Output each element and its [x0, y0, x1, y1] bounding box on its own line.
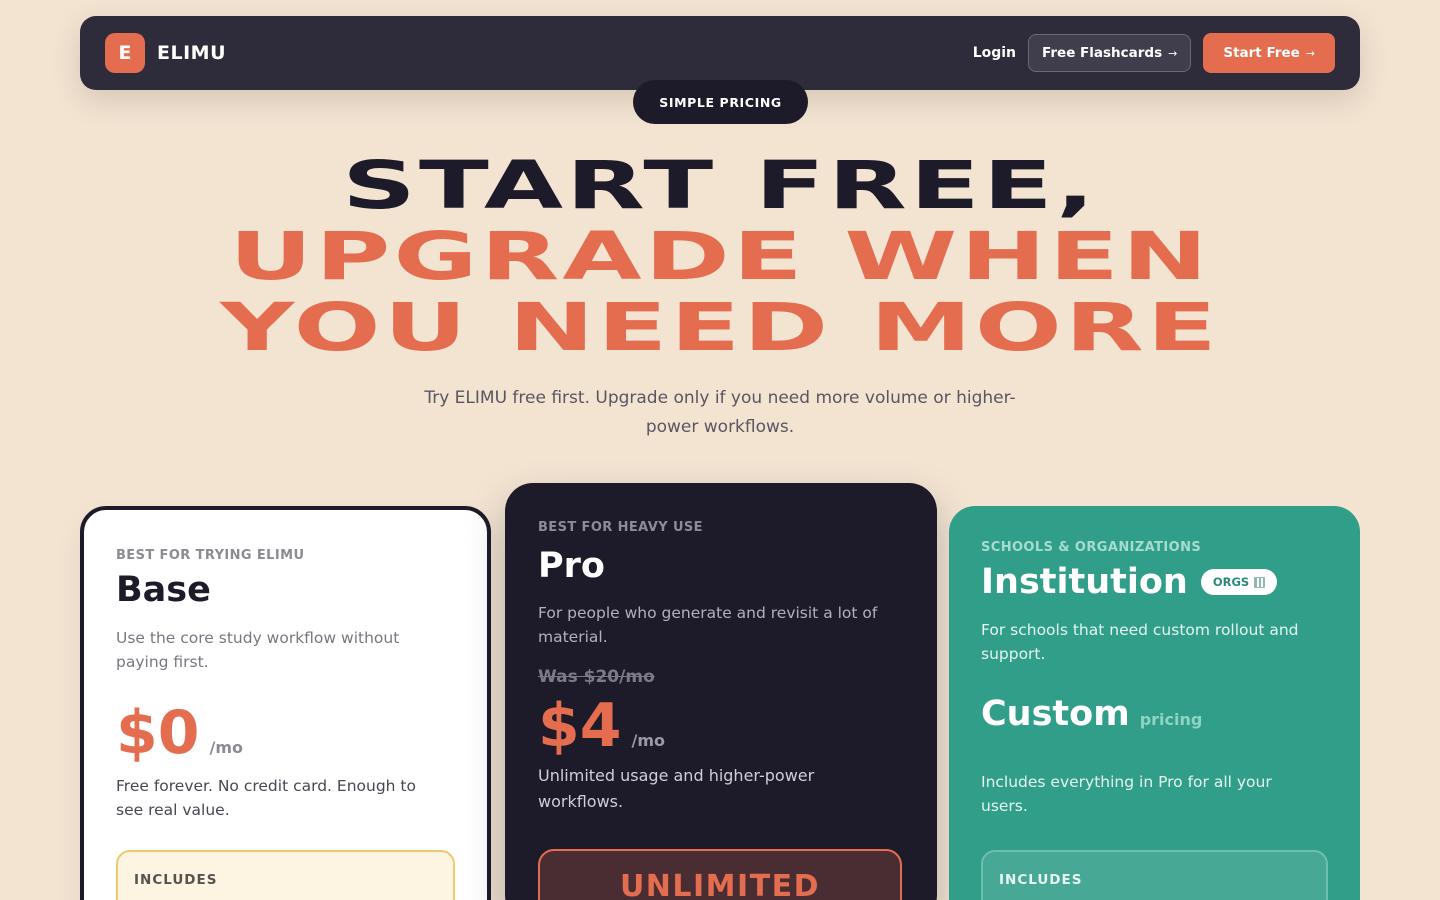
price-period: pricing: [1139, 710, 1203, 729]
plan-note: Unlimited usage and higher-power workflo…: [538, 766, 815, 811]
price-row: Custom pricing: [981, 694, 1202, 734]
plan-card-base: BEST FOR TRYING ELIMU Base Use the core …: [80, 506, 491, 900]
plan-card-pro: BEST FOR HEAVY USE Pro For people who ge…: [505, 483, 937, 900]
start-free-button[interactable]: Start Free →: [1203, 33, 1335, 73]
building-icon: [1254, 576, 1266, 588]
orgs-tag: ORGS: [1200, 569, 1278, 595]
nav-actions: Login Free Flashcards → Start Free →: [973, 33, 1335, 73]
plan-eyebrow: SCHOOLS & ORGANIZATIONS: [981, 540, 1202, 555]
plan-card-institution: SCHOOLS & ORGANIZATIONS Institution ORGS…: [949, 506, 1360, 900]
includes-box: INCLUDES: [116, 850, 455, 900]
hero-line-1: START FREE,: [342, 147, 1098, 224]
free-flashcards-button[interactable]: Free Flashcards →: [1028, 34, 1192, 72]
hero-subtitle: Try ELIMU free first. Upgrade only if yo…: [424, 388, 1016, 437]
top-navbar: E ELIMU Login Free Flashcards → Start Fr…: [80, 16, 1360, 90]
includes-box: INCLUDES: [981, 850, 1328, 900]
old-price: Was $20/mo: [538, 667, 655, 687]
hero-line-3: YOU NEED MORE: [220, 289, 1220, 366]
login-link[interactable]: Login: [973, 45, 1016, 61]
price-row: $4 /mo: [538, 691, 665, 761]
includes-label: INCLUDES: [134, 872, 218, 888]
logo-mark[interactable]: E: [105, 33, 145, 73]
plan-price: $4: [538, 691, 622, 761]
plan-price: $0: [116, 698, 200, 768]
plan-note: Free forever. No credit card. Enough to …: [116, 777, 416, 819]
plan-eyebrow: BEST FOR HEAVY USE: [538, 520, 703, 535]
price-period: /mo: [209, 738, 244, 757]
plan-name-row: Institution ORGS: [981, 562, 1278, 602]
arrow-right-icon: →: [1305, 46, 1315, 60]
plan-name: Base: [116, 570, 211, 610]
plan-description: For schools that need custom rollout and…: [981, 621, 1299, 663]
plan-price: Custom: [981, 694, 1130, 734]
plan-name: Institution: [981, 562, 1188, 602]
plan-eyebrow: BEST FOR TRYING ELIMU: [116, 548, 305, 563]
plan-description: Use the core study workflow without payi…: [116, 629, 400, 671]
pricing-badge: SIMPLE PRICING: [633, 80, 808, 124]
plan-name: Pro: [538, 546, 605, 586]
logo-text[interactable]: ELIMU: [157, 42, 226, 64]
unlimited-box: UNLIMITED: [538, 849, 902, 900]
free-flashcards-label: Free Flashcards: [1042, 45, 1163, 61]
plan-note: Includes everything in Pro for all your …: [981, 773, 1272, 815]
hero-heading: START FREE, UPGRADE WHEN YOU NEED MORE: [0, 150, 1440, 363]
includes-label: INCLUDES: [999, 872, 1083, 888]
arrow-right-icon: →: [1168, 46, 1178, 60]
start-free-label: Start Free: [1223, 45, 1300, 61]
unlimited-label: UNLIMITED: [619, 869, 821, 900]
hero-line-2: UPGRADE WHEN: [229, 218, 1211, 295]
price-row: $0 /mo: [116, 698, 243, 768]
price-period: /mo: [631, 731, 666, 750]
orgs-tag-label: ORGS: [1212, 575, 1250, 589]
plan-description: For people who generate and revisit a lo…: [538, 604, 878, 646]
